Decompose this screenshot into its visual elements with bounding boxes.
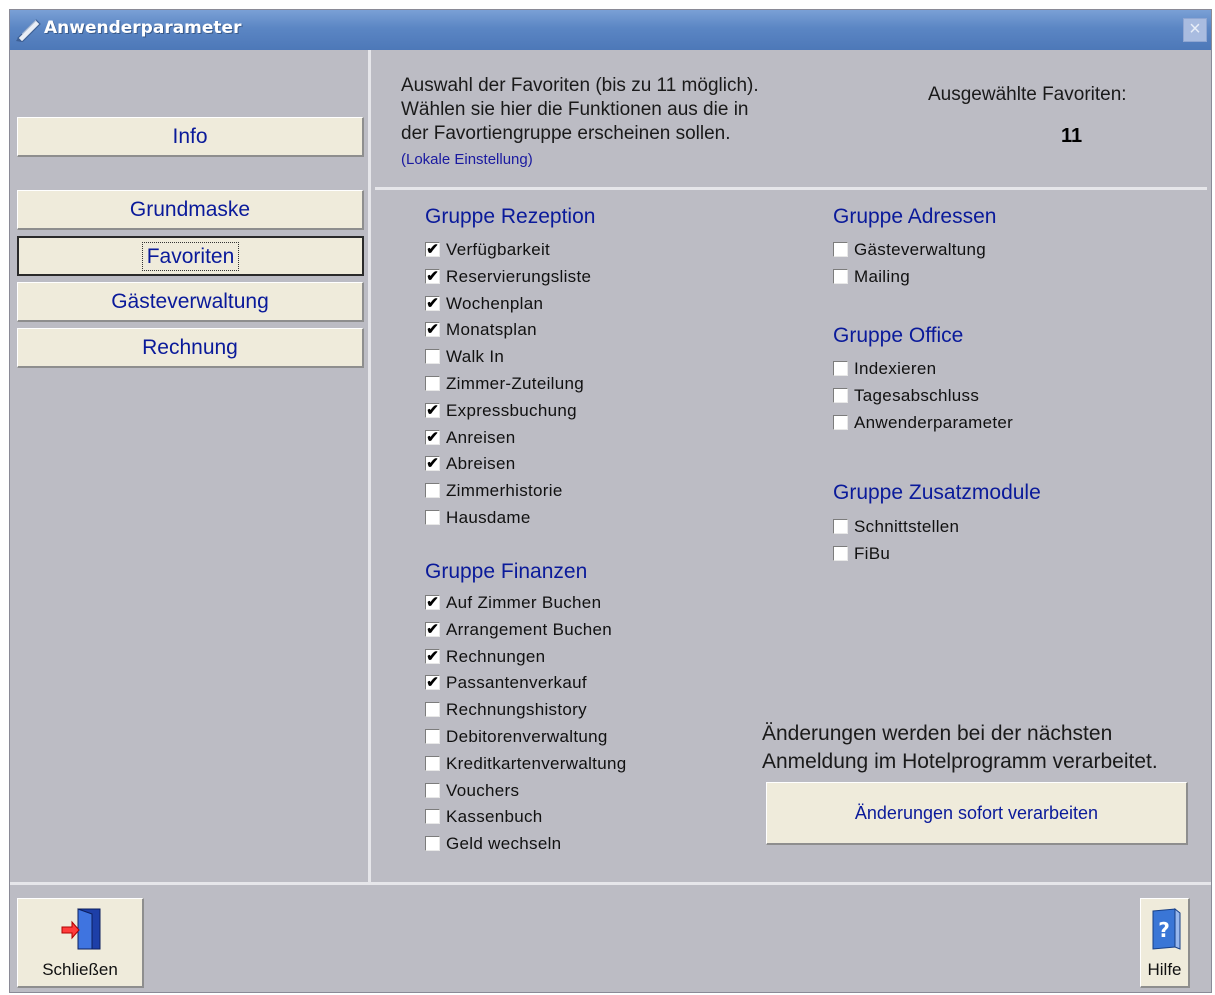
checkbox[interactable] <box>425 702 440 717</box>
instructions-line: Auswahl der Favoriten (bis zu 11 möglich… <box>401 75 759 96</box>
checkbox-label: Reservierungsliste <box>446 267 592 286</box>
checkbox[interactable]: ✔ <box>425 675 440 690</box>
pen-icon <box>16 19 41 42</box>
exit-door-icon <box>61 908 101 950</box>
help-book-icon: ? <box>1152 907 1181 950</box>
checkbox[interactable] <box>425 836 440 851</box>
checkbox[interactable] <box>833 519 848 534</box>
close-button[interactable]: Schließen <box>17 898 144 988</box>
checkbox-label: Geld wechseln <box>446 834 562 853</box>
checkbox-label: Kreditkartenverwaltung <box>446 754 627 773</box>
sidebar-item-favoriten[interactable]: Favoriten <box>17 236 364 276</box>
checkbox[interactable] <box>833 269 848 284</box>
checkbox[interactable] <box>425 483 440 498</box>
checkbox[interactable] <box>425 376 440 391</box>
help-button-label: Hilfe <box>1147 960 1182 979</box>
checkbox[interactable] <box>425 729 440 744</box>
checkbox[interactable]: ✔ <box>425 430 440 445</box>
apply-changes-button[interactable]: Änderungen sofort verarbeiten <box>766 782 1188 845</box>
checkbox-label: Kassenbuch <box>446 807 543 826</box>
checkbox-label: Monatsplan <box>446 320 537 339</box>
checkbox-label: Hausdame <box>446 508 531 527</box>
group-title-adressen: Gruppe Adressen <box>833 205 997 228</box>
checkbox-label: Mailing <box>854 267 910 286</box>
checkbox[interactable] <box>425 809 440 824</box>
checkbox-label: Wochenplan <box>446 294 544 313</box>
checkbox-label: Auf Zimmer Buchen <box>446 593 602 612</box>
checkbox[interactable]: ✔ <box>425 322 440 337</box>
checkbox[interactable] <box>425 349 440 364</box>
favorites-panel: Auswahl der Favoriten (bis zu 11 möglich… <box>371 50 1211 882</box>
settings-window: Anwenderparameter × Info Grundmaske Favo… <box>9 9 1212 993</box>
changes-note-line: Änderungen werden bei der nächsten <box>762 722 1113 745</box>
changes-note-line: Anmeldung im Hotelprogramm verarbeitet. <box>762 750 1158 773</box>
checkbox-label: Gästeverwaltung <box>854 240 987 259</box>
checkbox-label: Rechnungen <box>446 647 546 666</box>
instructions-line: der Favortiengruppe erscheinen sollen. <box>401 123 731 144</box>
local-setting-note: (Lokale Einstellung) <box>401 151 533 168</box>
checkbox-label: Tagesabschluss <box>854 386 980 405</box>
sidebar-item-label: Info <box>172 125 208 148</box>
checkbox[interactable] <box>833 361 848 376</box>
checkbox[interactable] <box>833 546 848 561</box>
group-title-zusatzmodule: Gruppe Zusatzmodule <box>833 481 1041 504</box>
svg-text:?: ? <box>1158 918 1170 942</box>
sidebar-item-rechnung[interactable]: Rechnung <box>17 328 364 368</box>
checkbox-label: Indexieren <box>854 359 937 378</box>
checkbox-label: FiBu <box>854 544 891 563</box>
checkbox-label: Anreisen <box>446 428 516 447</box>
sidebar-item-info[interactable]: Info <box>17 117 364 157</box>
sidebar-item-label: Grundmaske <box>129 198 251 221</box>
footer-divider <box>10 882 1211 885</box>
checkbox-label: Schnittstellen <box>854 517 960 536</box>
checkbox-label: Walk In <box>446 347 505 366</box>
checkbox[interactable]: ✔ <box>425 622 440 637</box>
sidebar-item-label: Gästeverwaltung <box>111 290 269 313</box>
sidebar-item-grundmaske[interactable]: Grundmaske <box>17 190 364 230</box>
sidebar: Info Grundmaske Favoriten Gästeverwaltun… <box>10 50 371 882</box>
checkbox-label: Zimmerhistorie <box>446 481 563 500</box>
instructions-line: Wählen sie hier die Funktionen aus die i… <box>401 99 749 120</box>
divider <box>375 187 1207 190</box>
checkbox[interactable]: ✔ <box>425 269 440 284</box>
checkbox-label: Debitorenverwaltung <box>446 727 608 746</box>
checkbox-label: Expressbuchung <box>446 401 577 420</box>
instructions-text: Auswahl der Favoriten (bis zu 11 möglich… <box>401 74 759 146</box>
sidebar-item-label: Favoriten <box>141 242 240 271</box>
group-title-finanzen: Gruppe Finanzen <box>425 560 588 583</box>
checkbox-label: Arrangement Buchen <box>446 620 613 639</box>
close-icon[interactable]: × <box>1183 18 1207 42</box>
checkbox[interactable]: ✔ <box>425 242 440 257</box>
checkbox[interactable]: ✔ <box>425 296 440 311</box>
checkbox-label: Passantenverkauf <box>446 673 587 692</box>
checkbox[interactable]: ✔ <box>425 403 440 418</box>
checkbox-label: Rechnungshistory <box>446 700 587 719</box>
checkbox[interactable] <box>833 415 848 430</box>
checkbox[interactable]: ✔ <box>425 456 440 471</box>
checkbox[interactable]: ✔ <box>425 595 440 610</box>
checkbox-label: Vouchers <box>446 781 520 800</box>
title-bar: Anwenderparameter × <box>10 10 1211 50</box>
checkbox-label: Anwenderparameter <box>854 413 1014 432</box>
checkbox[interactable]: ✔ <box>425 649 440 664</box>
help-button[interactable]: ? Hilfe <box>1140 898 1190 988</box>
checkbox[interactable] <box>833 388 848 403</box>
window-title: Anwenderparameter <box>44 18 242 38</box>
checkbox-label: Verfügbarkeit <box>446 240 551 259</box>
checkbox[interactable] <box>425 756 440 771</box>
group-title-rezeption: Gruppe Rezeption <box>425 205 596 228</box>
sidebar-item-gaesteverwaltung[interactable]: Gästeverwaltung <box>17 282 364 322</box>
sidebar-item-label: Rechnung <box>142 336 238 359</box>
changes-note: Änderungen werden bei der nächsten Anmel… <box>762 720 1158 776</box>
close-button-label: Schließen <box>42 960 118 979</box>
checkbox-label: Zimmer-Zuteilung <box>446 374 584 393</box>
checkbox[interactable] <box>833 242 848 257</box>
checkbox[interactable] <box>425 783 440 798</box>
checkbox[interactable] <box>425 510 440 525</box>
selected-favorites-label: Ausgewählte Favoriten: <box>928 84 1127 105</box>
group-title-office: Gruppe Office <box>833 324 964 347</box>
selected-favorites-count: 11 <box>1061 125 1083 147</box>
checkbox-label: Abreisen <box>446 454 516 473</box>
